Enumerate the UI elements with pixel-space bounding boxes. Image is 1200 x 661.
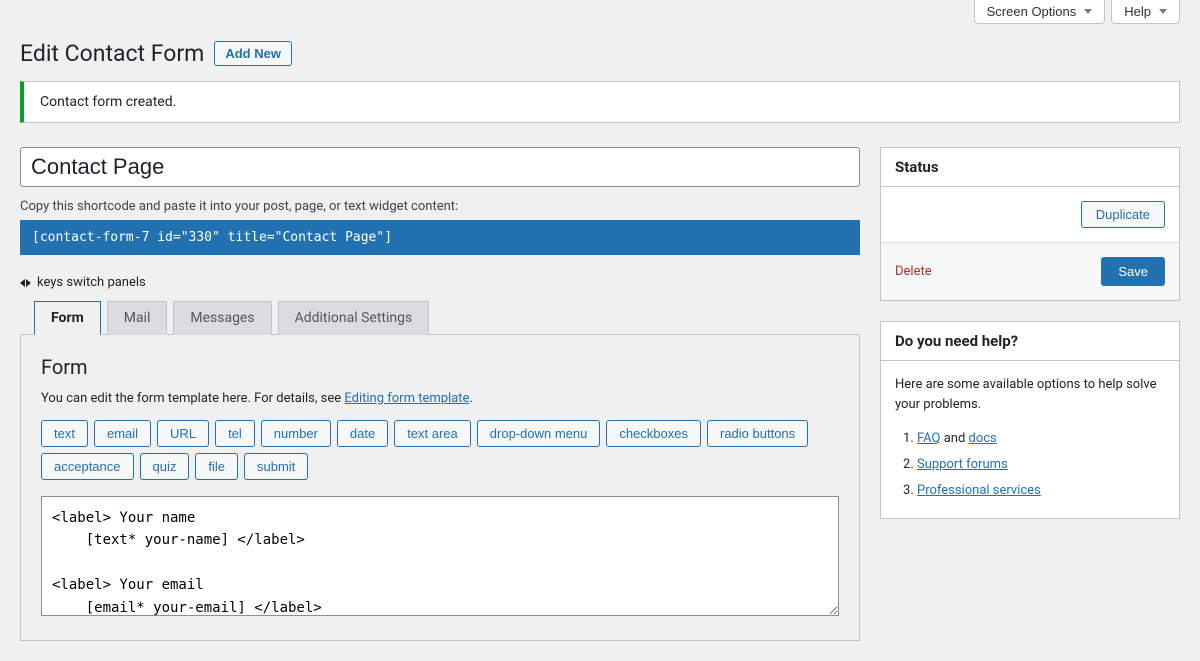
add-new-button[interactable]: Add New (214, 41, 292, 66)
help-button[interactable]: Help (1111, 0, 1180, 24)
keys-hint-text: keys switch panels (37, 275, 146, 290)
shortcode-input[interactable] (20, 220, 860, 255)
status-title: Status (881, 148, 1179, 187)
tag-button-radio-buttons[interactable]: radio buttons (707, 420, 808, 447)
notice-message: Contact form created. (40, 94, 176, 110)
help-item: Support forums (917, 452, 1165, 478)
tag-button-acceptance[interactable]: acceptance (41, 453, 134, 480)
form-panel: Form You can edit the form template here… (20, 334, 860, 641)
form-template-textarea[interactable] (41, 496, 839, 616)
help-link[interactable]: Support forums (917, 457, 1008, 472)
help-label: Help (1124, 4, 1151, 19)
tag-button-text[interactable]: text (41, 420, 88, 447)
screen-options-button[interactable]: Screen Options (974, 0, 1106, 24)
tag-generator-buttons: textemailURLtelnumberdatetext areadrop-d… (41, 420, 839, 480)
help-link[interactable]: FAQ (917, 431, 940, 446)
tag-button-date[interactable]: date (337, 420, 388, 447)
page-title: Edit Contact Form (20, 40, 204, 67)
panel-title: Form (41, 355, 839, 379)
screen-options-label: Screen Options (987, 4, 1077, 19)
tab-mail[interactable]: Mail (107, 301, 168, 335)
help-link[interactable]: Professional services (917, 483, 1041, 498)
tag-button-URL[interactable]: URL (157, 420, 209, 447)
notice-success: Contact form created. (20, 81, 1180, 123)
help-item: Professional services (917, 478, 1165, 504)
arrow-keys-icon (20, 279, 31, 287)
tab-form[interactable]: Form (34, 301, 101, 335)
tag-button-file[interactable]: file (195, 453, 238, 480)
status-box: Status Duplicate Delete Save (880, 147, 1180, 301)
editing-template-link[interactable]: Editing form template (344, 391, 469, 406)
tab-messages[interactable]: Messages (173, 301, 271, 335)
delete-link[interactable]: Delete (895, 264, 932, 279)
tab-additional-settings[interactable]: Additional Settings (278, 301, 430, 335)
save-button[interactable]: Save (1101, 257, 1165, 286)
tag-button-email[interactable]: email (94, 420, 151, 447)
keys-hint: keys switch panels (20, 275, 860, 290)
caret-down-icon (1084, 9, 1092, 14)
form-title-input[interactable] (20, 147, 860, 187)
shortcode-label: Copy this shortcode and paste it into yo… (20, 199, 860, 214)
help-link[interactable]: docs (969, 431, 997, 446)
caret-down-icon (1159, 9, 1167, 14)
panel-description: You can edit the form template here. For… (41, 391, 839, 406)
tag-button-tel[interactable]: tel (215, 420, 255, 447)
help-title: Do you need help? (881, 322, 1179, 361)
help-item: FAQ and docs (917, 426, 1165, 452)
tag-button-text-area[interactable]: text area (394, 420, 471, 447)
tag-button-quiz[interactable]: quiz (140, 453, 190, 480)
duplicate-button[interactable]: Duplicate (1081, 201, 1165, 228)
tabs: FormMailMessagesAdditional Settings (34, 300, 860, 334)
help-box: Do you need help? Here are some availabl… (880, 321, 1180, 519)
tag-button-checkboxes[interactable]: checkboxes (606, 420, 701, 447)
tag-button-submit[interactable]: submit (244, 453, 308, 480)
tag-button-drop-down-menu[interactable]: drop-down menu (477, 420, 601, 447)
tag-button-number[interactable]: number (261, 420, 331, 447)
help-text: Here are some available options to help … (895, 375, 1165, 414)
help-list: FAQ and docs Support forums Professional s… (895, 426, 1165, 504)
